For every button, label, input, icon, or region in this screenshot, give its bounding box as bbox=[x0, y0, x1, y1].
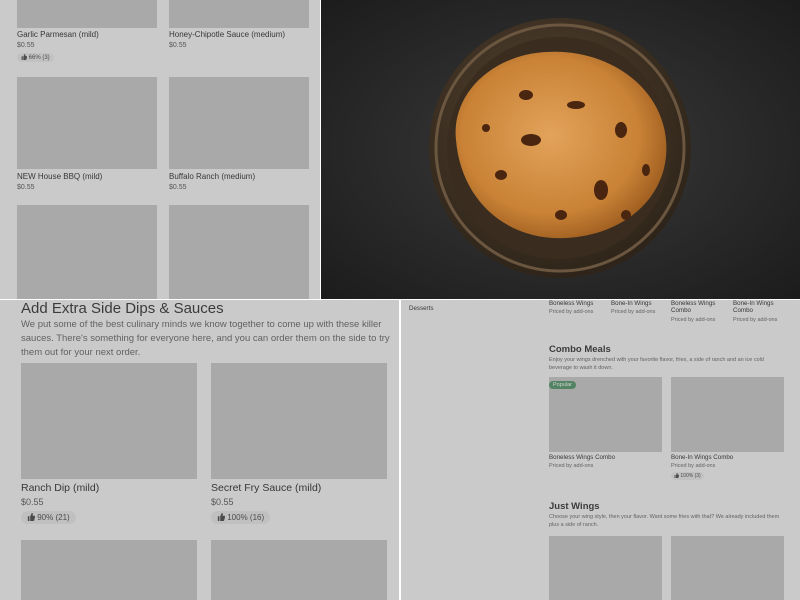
item-name[interactable]: Buffalo Ranch (medium) bbox=[169, 172, 255, 181]
item-name[interactable]: Boneless Wings Combo bbox=[549, 454, 615, 461]
item-image[interactable] bbox=[549, 536, 662, 600]
item-image[interactable] bbox=[21, 540, 197, 600]
item-price: $0.55 bbox=[169, 184, 187, 191]
item-price: $0.55 bbox=[211, 497, 234, 507]
section-title: Just Wings bbox=[549, 501, 600, 512]
item-price: $0.55 bbox=[17, 184, 35, 191]
item-price: $0.55 bbox=[169, 42, 187, 49]
thumbs-up-icon bbox=[674, 473, 679, 478]
item-sub: Priced by add-ons bbox=[549, 309, 594, 315]
rating-text: 66% (3) bbox=[28, 55, 50, 61]
rating-text: 100% (16) bbox=[227, 513, 265, 522]
extra-sauces-panel: Add Extra Side Dips & Sauces We put some… bbox=[0, 300, 399, 600]
item-sub: Priced by add-ons bbox=[733, 317, 778, 323]
item-image[interactable] bbox=[17, 205, 157, 299]
item-image-garlic-parmesan[interactable] bbox=[17, 0, 157, 28]
section-title: Combo Meals bbox=[549, 344, 611, 355]
item-name[interactable]: Ranch Dip (mild) bbox=[21, 482, 99, 494]
item-name[interactable]: Garlic Parmesan (mild) bbox=[17, 30, 99, 39]
item-name[interactable]: Secret Fry Sauce (mild) bbox=[211, 482, 321, 494]
item-name[interactable]: Boneless Wings Combo bbox=[671, 300, 726, 314]
item-image-ranch-dip[interactable] bbox=[21, 363, 197, 479]
rating-badge: 100% (3) bbox=[671, 472, 704, 480]
item-sub: Priced by add-ons bbox=[671, 317, 716, 323]
section-description: We put some of the best culinary minds w… bbox=[21, 319, 390, 358]
item-name[interactable]: Honey-Chipotle Sauce (medium) bbox=[169, 30, 285, 39]
section-description: Enjoy your wings drenched with your favo… bbox=[549, 357, 764, 371]
cookie-skillet-image bbox=[321, 0, 800, 299]
section-description: Choose your wing style, then your flavor… bbox=[549, 514, 780, 528]
cookie-photo bbox=[321, 0, 800, 299]
rating-badge: 66% (3) bbox=[17, 53, 54, 62]
item-name[interactable]: Bone-In Wings bbox=[611, 300, 652, 307]
item-price: $0.55 bbox=[21, 497, 44, 507]
top-left-menu-panel: Garlic Parmesan (mild) $0.55 66% (3) Hon… bbox=[0, 0, 320, 299]
section-title: Add Extra Side Dips & Sauces bbox=[21, 300, 224, 317]
thumbs-up-icon bbox=[27, 513, 35, 521]
item-name[interactable]: Boneless Wings bbox=[549, 300, 593, 307]
rating-badge: 90% (21) bbox=[21, 511, 76, 524]
rating-text: 90% (21) bbox=[37, 513, 70, 522]
item-name[interactable]: Bone-In Wings Combo bbox=[733, 300, 788, 314]
item-price: $0.55 bbox=[17, 42, 35, 49]
item-image-buffalo-ranch[interactable] bbox=[169, 77, 309, 169]
item-name[interactable]: NEW House BBQ (mild) bbox=[17, 172, 102, 181]
rating-text: 100% (3) bbox=[680, 473, 701, 479]
thumbs-up-icon bbox=[217, 513, 225, 521]
sidebar-item-desserts[interactable]: Desserts bbox=[409, 305, 433, 312]
popular-badge: Popular bbox=[549, 381, 576, 389]
item-image-honey-chipotle[interactable] bbox=[169, 0, 309, 28]
menu-categories-panel: Desserts Boneless Wings Priced by add-on… bbox=[401, 300, 800, 600]
item-sub: Priced by add-ons bbox=[549, 463, 594, 469]
item-image[interactable] bbox=[211, 540, 387, 600]
item-image[interactable] bbox=[671, 536, 784, 600]
thumbs-up-icon bbox=[21, 54, 27, 60]
item-image-secret-fry-sauce[interactable] bbox=[211, 363, 387, 479]
item-image[interactable] bbox=[169, 205, 309, 299]
rating-badge: 100% (16) bbox=[211, 511, 271, 524]
item-image-bone-in-combo[interactable] bbox=[671, 377, 784, 452]
item-sub: Priced by add-ons bbox=[611, 309, 656, 315]
item-sub: Priced by add-ons bbox=[671, 463, 716, 469]
item-name[interactable]: Bone-In Wings Combo bbox=[671, 454, 733, 461]
item-image-house-bbq[interactable] bbox=[17, 77, 157, 169]
